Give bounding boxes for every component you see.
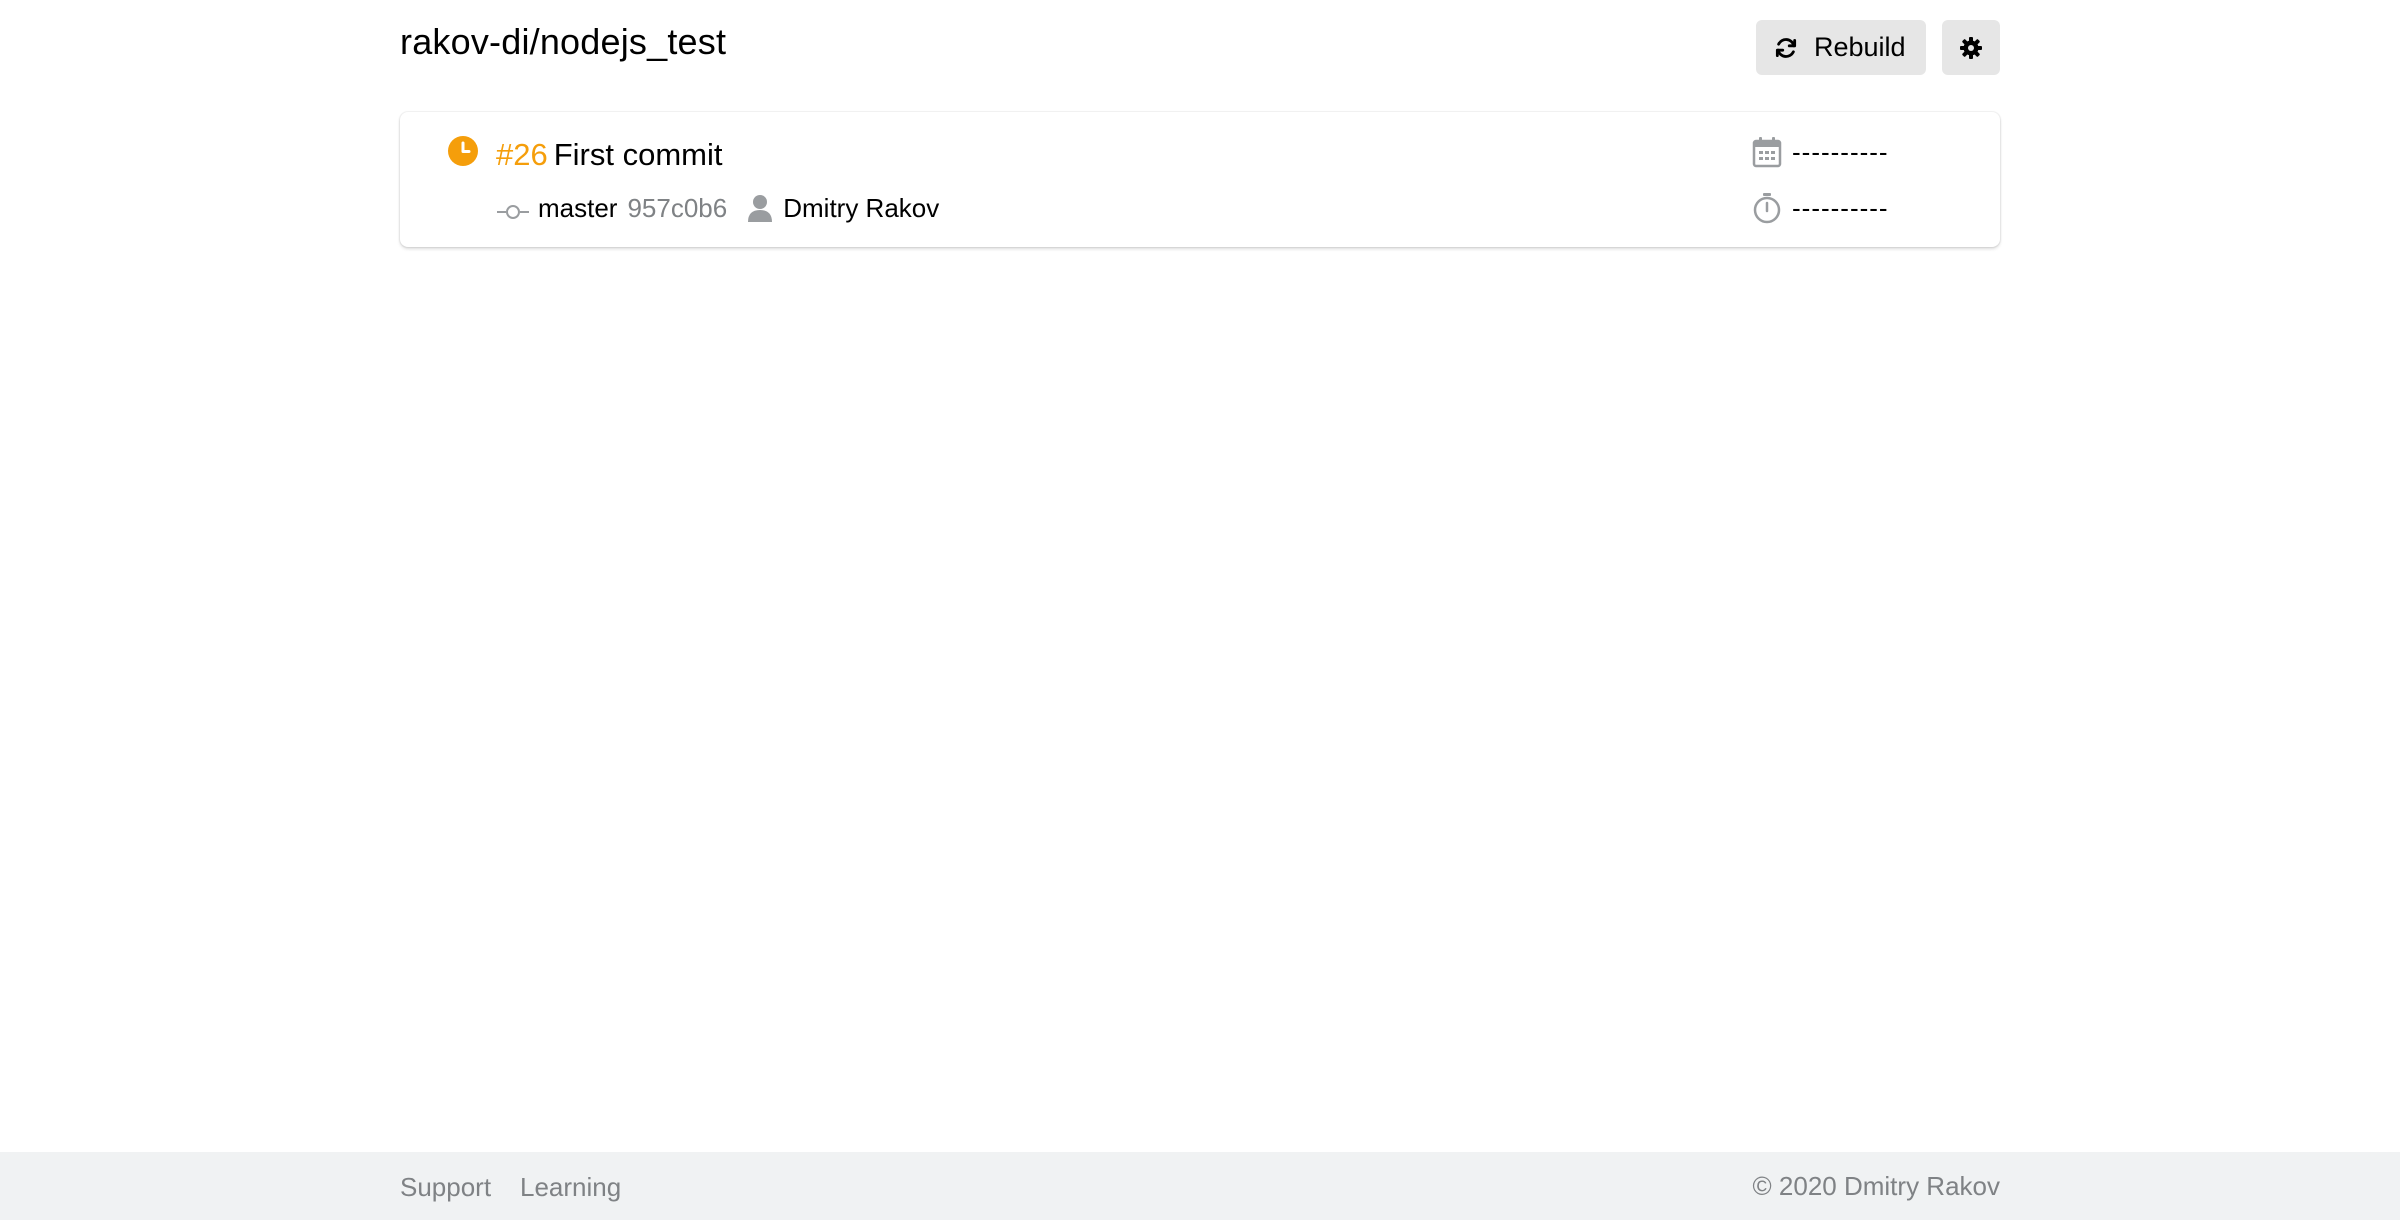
header: rakov-di/nodejs_test Rebuild — [400, 0, 2000, 100]
calendar-icon — [1752, 136, 1792, 168]
stopwatch-icon — [1752, 192, 1792, 224]
footer-inner: Support Learning © 2020 Dmitry Rakov — [400, 1152, 2000, 1220]
commit-message: First commit — [553, 137, 723, 172]
build-meta: master 957c0b6 Dmitry Rakov — [496, 190, 939, 226]
footer: Support Learning © 2020 Dmitry Rakov — [0, 1152, 2400, 1220]
build-title: #26 First commit — [496, 134, 723, 176]
build-duration-value: ---------- — [1792, 192, 1889, 223]
user-icon — [747, 194, 773, 222]
build-number: #26 — [496, 137, 548, 172]
page-title: rakov-di/nodejs_test — [400, 21, 727, 62]
build-date: ---------- — [1752, 134, 1889, 170]
footer-link-learning[interactable]: Learning — [520, 1170, 621, 1204]
gear-icon — [1959, 36, 1983, 60]
commit-hash: 957c0b6 — [627, 192, 728, 223]
page: rakov-di/nodejs_test Rebuild #26 First c… — [0, 0, 2400, 1220]
build-card[interactable]: #26 First commit master 957c0b6 Dmitry Ra… — [400, 112, 2000, 247]
footer-link-support[interactable]: Support — [400, 1170, 491, 1204]
refresh-icon — [1772, 34, 1800, 62]
settings-button[interactable] — [1942, 20, 2000, 75]
copyright: © 2020 Dmitry Rakov — [1752, 1171, 2000, 1201]
rebuild-label: Rebuild — [1814, 32, 1906, 62]
rebuild-button[interactable]: Rebuild — [1756, 20, 1926, 75]
commit-icon — [496, 198, 530, 219]
branch-name: master — [538, 192, 618, 223]
build-duration: ---------- — [1752, 190, 1889, 226]
author-name: Dmitry Rakov — [783, 192, 940, 223]
build-date-value: ---------- — [1792, 136, 1889, 167]
clock-icon — [448, 136, 478, 166]
